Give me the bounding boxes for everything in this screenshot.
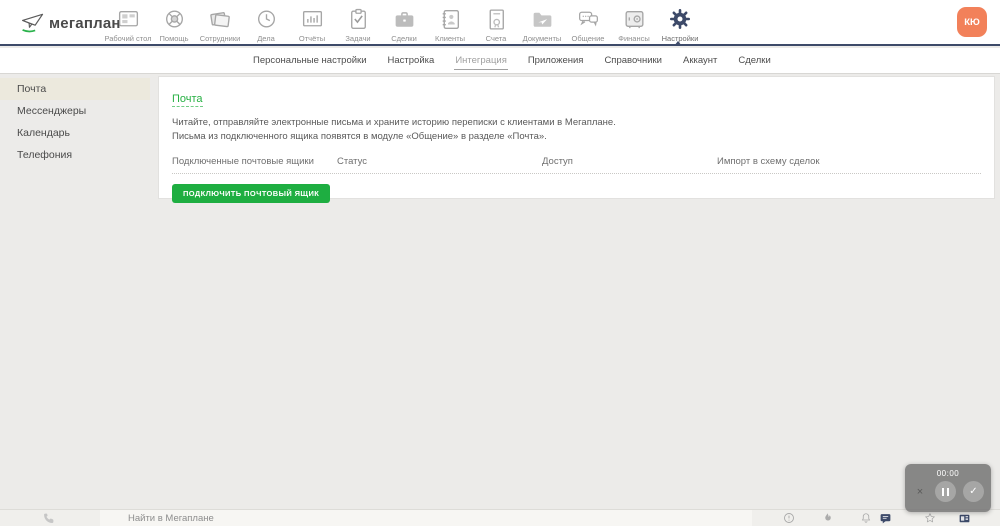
mail-description: Читайте, отправляйте электронные письма … — [172, 116, 981, 143]
flame-icon[interactable] — [821, 512, 833, 524]
close-icon: × — [917, 486, 923, 498]
nav-item-label: Клиенты — [435, 34, 465, 43]
nav-item-label: Сделки — [391, 34, 417, 43]
nav-item-reports[interactable]: Отчёты — [289, 3, 335, 43]
phone-icon[interactable] — [42, 512, 55, 526]
recorder-pause-button[interactable] — [935, 481, 956, 502]
nav-item-label: Помощь — [160, 34, 189, 43]
bell-icon[interactable] — [860, 512, 872, 524]
column-deal-import: Импорт в схему сделок — [717, 156, 981, 167]
nav-item-label: Отчёты — [299, 34, 325, 43]
integration-sidebar: Почта Мессенджеры Календарь Телефония — [0, 78, 150, 166]
chat-bubbles-icon — [575, 6, 601, 32]
tab-integration[interactable]: Интеграция — [454, 52, 508, 70]
tab-account[interactable]: Аккаунт — [682, 52, 718, 69]
nav-item-label: Задачи — [345, 34, 370, 43]
active-nav-caret — [674, 41, 682, 46]
tab-setup[interactable]: Настройка — [387, 52, 436, 69]
message-icon[interactable] — [879, 512, 892, 525]
address-book-icon — [437, 6, 463, 32]
nav-item-label: Документы — [523, 34, 562, 43]
invoice-icon — [483, 6, 509, 32]
recorder-confirm-button[interactable]: ✓ — [963, 481, 984, 502]
settings-tabbar: Персональные настройки Настройка Интегра… — [0, 48, 1000, 74]
search-input[interactable] — [100, 510, 752, 526]
nav-item-label: Дела — [257, 34, 275, 43]
nav-item-desktop[interactable]: Рабочий стол — [105, 3, 151, 43]
pause-icon — [942, 488, 949, 496]
mail-settings-card: Почта Читайте, отправляйте электронные п… — [158, 76, 995, 199]
nav-item-tasks[interactable]: Задачи — [335, 3, 381, 43]
clock-icon — [253, 6, 279, 32]
column-status: Статус — [337, 156, 542, 167]
desktop-icon — [115, 6, 141, 32]
recorder-buttons: × ✓ — [912, 481, 984, 502]
tab-personal-settings[interactable]: Персональные настройки — [252, 52, 368, 69]
nav-item-label: Сотрудники — [200, 34, 241, 43]
nav-item-label: Финансы — [618, 34, 650, 43]
clipboard-check-icon — [345, 6, 371, 32]
tab-directories[interactable]: Справочники — [603, 52, 663, 69]
lifebuoy-icon — [161, 6, 187, 32]
safe-icon — [621, 6, 647, 32]
screen-recorder-widget: 00:00 × ✓ — [905, 464, 991, 512]
nav-item-settings[interactable]: Настройки — [657, 3, 703, 43]
connect-mailbox-button[interactable]: ПОДКЛЮЧИТЬ ПОЧТОВЫЙ ЯЩИК — [172, 184, 330, 203]
paper-plane-icon — [20, 11, 46, 35]
bar-chart-icon — [299, 6, 325, 32]
recorder-timer: 00:00 — [937, 469, 960, 478]
mail-description-line1: Читайте, отправляйте электронные письма … — [172, 116, 981, 130]
mail-description-line2: Письма из подключенного ящика появятся в… — [172, 130, 981, 144]
nav-item-employees[interactable]: Сотрудники — [197, 3, 243, 43]
nav-item-help[interactable]: Помощь — [151, 3, 197, 43]
sidebar-item-telephony[interactable]: Телефония — [0, 144, 150, 166]
nav-item-communication[interactable]: Общение — [565, 3, 611, 43]
briefcase-icon — [391, 6, 417, 32]
recorder-close-button[interactable]: × — [912, 484, 928, 500]
star-icon[interactable] — [924, 512, 936, 524]
nav-item-documents[interactable]: Документы — [519, 3, 565, 43]
nav-item-label: Общение — [572, 34, 605, 43]
folder-icon — [529, 6, 555, 32]
sidebar-item-calendar[interactable]: Календарь — [0, 122, 150, 144]
check-icon: ✓ — [969, 486, 977, 497]
top-header: мегаплан Рабочий стол Пом — [0, 0, 1000, 46]
nav-item-finance[interactable]: Финансы — [611, 3, 657, 43]
nav-item-todos[interactable]: Дела — [243, 3, 289, 43]
tab-deals[interactable]: Сделки — [737, 52, 771, 69]
news-icon[interactable] — [958, 512, 971, 525]
mailboxes-table-header: Подключенные почтовые ящики Статус Досту… — [172, 156, 981, 174]
column-connected-mailboxes: Подключенные почтовые ящики — [172, 156, 337, 167]
nav-item-label: Рабочий стол — [104, 34, 151, 43]
gear-icon — [667, 6, 693, 32]
nav-item-label: Счета — [486, 34, 507, 43]
alert-circle-icon[interactable] — [783, 512, 795, 524]
user-avatar[interactable]: КЮ — [957, 7, 987, 37]
sidebar-item-mail[interactable]: Почта — [0, 78, 150, 100]
mail-section-title[interactable]: Почта — [172, 93, 203, 107]
main-navigation: Рабочий стол Помощь Сотрудники — [105, 3, 703, 43]
nav-item-deals[interactable]: Сделки — [381, 3, 427, 43]
column-access: Доступ — [542, 156, 717, 167]
bottom-bar — [0, 509, 1000, 526]
tab-applications[interactable]: Приложения — [527, 52, 585, 69]
nav-item-invoices[interactable]: Счета — [473, 3, 519, 43]
nav-item-clients[interactable]: Клиенты — [427, 3, 473, 43]
sidebar-item-messengers[interactable]: Мессенджеры — [0, 100, 150, 122]
photos-icon — [207, 6, 233, 32]
